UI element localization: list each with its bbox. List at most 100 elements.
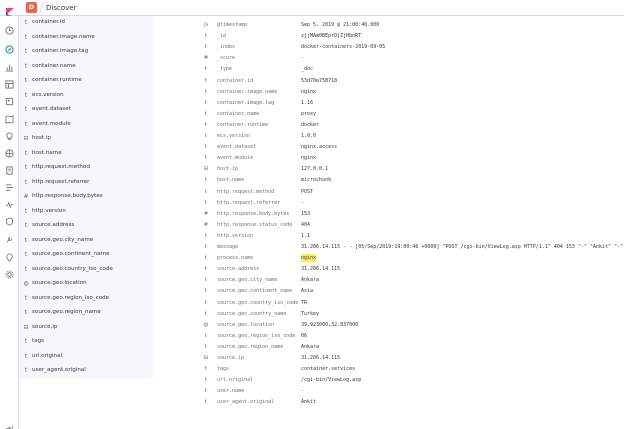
field-type-icon: t <box>204 177 208 184</box>
field-type-icon: t <box>24 309 28 316</box>
field-list-item[interactable]: t container.image.tag <box>19 45 153 59</box>
doc-field-value: - <box>301 199 305 206</box>
field-name: http.response.body.bytes <box>32 193 103 199</box>
field-type-icon: t <box>204 66 208 73</box>
field-type-icon: t <box>204 155 208 162</box>
field-list-item[interactable]: t http.version <box>19 205 153 219</box>
doc-field-value: 06 <box>301 332 308 339</box>
doc-field-name: event.dataset <box>217 144 257 151</box>
field-list-item[interactable]: ◍ source.geo.location <box>19 277 153 291</box>
visualize-icon[interactable] <box>5 63 14 72</box>
field-type-icon: t <box>24 222 28 229</box>
doc-field-value: Sep 5, 2019 @ 21:00:46.000 <box>301 22 380 28</box>
doc-field-value: 31.206.14.115 <box>301 355 341 361</box>
canvas-icon[interactable] <box>5 97 14 106</box>
doc-field-value: docker <box>301 121 320 128</box>
field-type-icon: ⊟ <box>203 355 209 361</box>
doc-field-value: microchunk <box>301 177 332 184</box>
collapse-menu-icon[interactable] <box>5 418 14 429</box>
dashboard-icon[interactable] <box>5 80 14 89</box>
field-list-item[interactable]: ⊟ host.ip <box>19 132 153 146</box>
field-list-item[interactable]: t source.address <box>19 219 153 233</box>
doc-field-name: user.name <box>217 388 245 395</box>
monitoring-icon[interactable] <box>5 253 14 262</box>
field-list-item[interactable]: t container.image.name <box>19 31 153 45</box>
doc-field-name: user_agent.original <box>217 399 275 406</box>
field-type-icon: t <box>24 367 28 374</box>
field-type-icon: ⊟ <box>23 135 29 142</box>
field-list-item[interactable]: t ecs.version <box>19 89 153 103</box>
field-list-item[interactable]: ⊟ source.ip <box>19 321 153 335</box>
field-type-icon: t <box>24 48 28 55</box>
field-list-item[interactable]: t source.geo.region_name <box>19 306 153 320</box>
doc-field-value: docker-containers-2019-09-05 <box>301 44 386 51</box>
doc-field-name: source.geo.region_name <box>217 343 284 350</box>
field-type-icon: t <box>24 77 28 84</box>
compass-icon[interactable] <box>5 45 14 54</box>
field-list-item[interactable]: t user_agent.original <box>19 364 153 378</box>
field-list-item[interactable]: t container.runtime <box>19 74 153 88</box>
maps-icon[interactable] <box>5 115 14 124</box>
field-type-icon: t <box>24 106 28 113</box>
field-type-icon: t <box>204 99 208 106</box>
field-type-icon: t <box>204 121 208 128</box>
field-type-icon: t <box>204 299 208 306</box>
field-type-icon: t <box>204 377 208 384</box>
field-list-item[interactable]: # http.response.body.bytes <box>19 190 153 204</box>
doc-field-name: source.geo.country_iso_code <box>217 299 299 306</box>
doc-field-name: tags <box>217 366 230 373</box>
field-name: url.original <box>32 352 63 359</box>
field-name: host.ip <box>32 135 51 141</box>
field-type-icon: t <box>204 199 208 206</box>
field-list-item[interactable]: t container.name <box>19 60 153 74</box>
ml-icon[interactable] <box>5 132 14 141</box>
doc-field-name: @timestamp <box>217 22 248 28</box>
management-icon[interactable] <box>5 270 14 279</box>
field-list-item[interactable]: t source.geo.region_iso_code <box>19 292 153 306</box>
doc-field-value: - <box>301 388 305 395</box>
field-name: source.geo.location <box>32 280 87 286</box>
kibana-logo-icon[interactable] <box>5 3 15 18</box>
dev-tools-icon[interactable] <box>5 235 14 244</box>
field-list-item[interactable]: t container.id <box>19 16 153 30</box>
doc-field-value: proxy <box>301 110 317 117</box>
doc-field-name: _type <box>217 66 233 73</box>
field-type-icon: t <box>24 236 28 244</box>
space-avatar[interactable]: D <box>26 2 37 13</box>
doc-field-name: source.address <box>217 266 260 273</box>
field-list-item[interactable]: t http.request.method <box>19 161 153 175</box>
doc-field-name: message <box>217 244 239 250</box>
field-list-item[interactable]: t source.geo.city_name <box>19 234 153 248</box>
doc-field-name: container.id <box>217 77 254 84</box>
field-name: container.image.name <box>32 33 95 40</box>
doc-field-name: process.name <box>217 255 254 262</box>
doc-field-name: http.version <box>217 232 254 239</box>
field-list-item[interactable]: t event.module <box>19 118 153 132</box>
field-type-icon: t <box>204 77 208 84</box>
field-list-item[interactable]: t host.name <box>19 147 153 161</box>
field-name: event.dataset <box>32 106 71 112</box>
field-list-item[interactable]: t tags <box>19 335 153 349</box>
clock-icon[interactable] <box>5 26 14 35</box>
doc-field-name: _id <box>217 33 227 40</box>
field-type-icon: t <box>204 188 208 195</box>
logs-icon[interactable] <box>5 166 14 175</box>
page-title: Discover <box>46 4 77 12</box>
apm-icon[interactable] <box>5 183 14 192</box>
field-list-item[interactable]: t url.original <box>19 350 153 364</box>
doc-field-value: - <box>301 55 305 62</box>
doc-field-value: 1.0.0 <box>301 133 317 139</box>
field-type-icon: t <box>204 44 208 51</box>
infrastructure-icon[interactable] <box>5 149 14 158</box>
field-list-item[interactable]: t http.request.referrer <box>19 176 153 190</box>
doc-field-name: container.image.name <box>217 88 278 95</box>
field-list-item[interactable]: t source.geo.continent_name <box>19 248 153 262</box>
field-name: source.geo.continent_name <box>32 251 110 257</box>
field-type-icon: t <box>204 266 208 273</box>
doc-field-value: 404 <box>301 221 311 228</box>
uptime-icon[interactable] <box>5 200 14 209</box>
doc-field-value: TR <box>301 299 308 306</box>
field-list-item[interactable]: t event.dataset <box>19 103 153 117</box>
field-list-item[interactable]: t source.geo.country_iso_code <box>19 263 153 277</box>
siem-icon[interactable] <box>5 217 14 226</box>
